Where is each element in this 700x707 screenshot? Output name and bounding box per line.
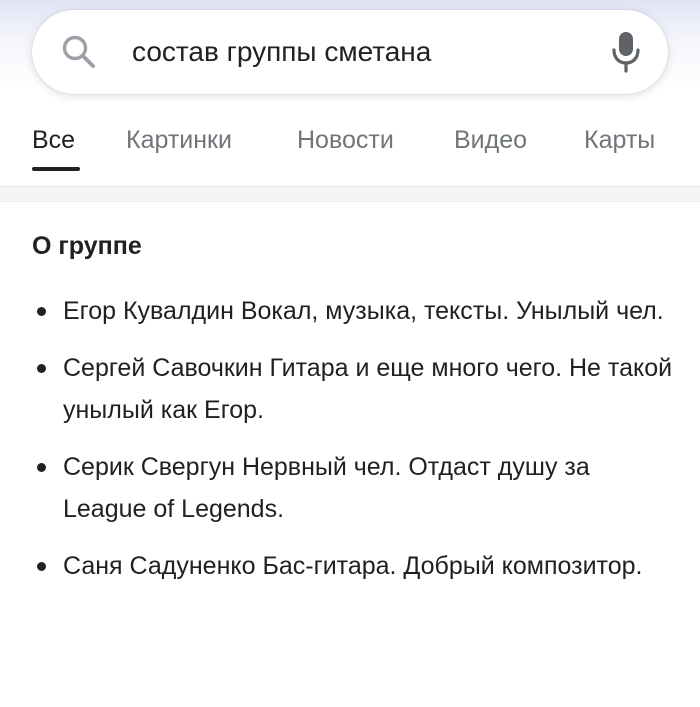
- section-separator: [0, 187, 700, 201]
- search-input[interactable]: состав группы сметана: [132, 10, 431, 94]
- header-area: состав группы сметана Все Картинки Новос…: [0, 0, 700, 188]
- member-list: Егор Кувалдин Вокал, музыка, тексты. Уны…: [0, 290, 700, 602]
- search-bar[interactable]: состав группы сметана: [32, 10, 668, 94]
- search-tabs: Все Картинки Новости Видео Карты: [0, 120, 700, 180]
- bullet-icon: [37, 364, 46, 373]
- bullet-icon: [37, 562, 46, 571]
- microphone-icon[interactable]: [610, 30, 642, 74]
- list-item: Серик Свергун Нервный чел. Отдаст душу з…: [0, 446, 700, 530]
- tab-video[interactable]: Видео: [454, 126, 527, 155]
- tab-all[interactable]: Все: [32, 126, 75, 155]
- member-text: Сергей Савочкин Гитара и еще много чего.…: [63, 354, 673, 424]
- list-item: Сергей Савочкин Гитара и еще много чего.…: [0, 347, 700, 431]
- tab-news[interactable]: Новости: [297, 126, 394, 155]
- tab-maps[interactable]: Карты: [584, 126, 655, 155]
- member-text: Саня Садуненко Бас-гитара. Добрый композ…: [63, 552, 643, 580]
- search-icon[interactable]: [60, 33, 98, 71]
- about-panel: О группе Егор Кувалдин Вокал, музыка, те…: [0, 201, 700, 707]
- member-text: Серик Свергун Нервный чел. Отдаст душу з…: [63, 453, 590, 523]
- list-item: Саня Садуненко Бас-гитара. Добрый композ…: [0, 545, 700, 587]
- tab-images[interactable]: Картинки: [126, 126, 232, 155]
- bullet-icon: [37, 307, 46, 316]
- bullet-icon: [37, 463, 46, 472]
- tabs-fade: [656, 120, 700, 176]
- list-item: Егор Кувалдин Вокал, музыка, тексты. Уны…: [0, 290, 700, 332]
- section-title: О группе: [32, 232, 142, 260]
- member-text: Егор Кувалдин Вокал, музыка, тексты. Уны…: [63, 297, 664, 325]
- active-tab-indicator: [32, 167, 80, 171]
